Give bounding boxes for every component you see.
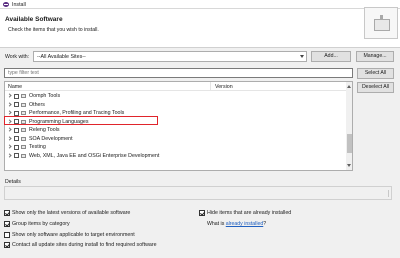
latest-versions-checkbox[interactable] [4,210,10,216]
work-with-combo[interactable]: --All Available Sites-- [33,51,307,62]
deselect-all-button[interactable]: Deselect All [357,82,394,93]
chevron-right-icon[interactable] [7,101,12,107]
filter-input[interactable] [4,68,353,78]
chevron-right-icon[interactable] [7,93,12,98]
row-checkbox[interactable] [14,102,19,107]
select-all-button[interactable]: Select All [357,68,394,79]
category-icon [21,153,26,158]
row-checkbox[interactable] [14,110,19,116]
tree-row[interactable]: SOA Development [5,135,346,144]
chevron-right-icon[interactable] [7,135,12,141]
page-title: Available Software [5,16,63,23]
app-icon [3,2,9,7]
chevron-right-icon[interactable] [7,127,12,132]
dialog-header: Available Software Check the items that … [0,7,400,48]
already-installed-link[interactable]: already installed [226,221,264,227]
latest-versions-label: Show only the latest versions of availab… [12,210,131,216]
category-icon [21,102,26,107]
column-version[interactable]: Version [215,84,233,90]
work-with-label: Work with: [5,54,30,60]
add-site-button[interactable]: Add... [311,51,351,62]
tree-row[interactable]: Others [5,101,346,110]
details-label: Details [5,179,21,185]
contact-sites-checkbox[interactable] [4,242,10,248]
what-is-suffix: ? [263,221,267,227]
row-checkbox[interactable] [14,136,19,141]
row-label: Web, XML, Java EE and OSGi Enterprise De… [29,152,160,159]
chevron-down-icon [300,55,304,58]
row-label: Testing [29,144,46,151]
column-name[interactable]: Name [8,84,22,90]
what-is-prefix: What is [207,221,226,227]
row-label: Releng Tools [29,127,60,134]
software-tree[interactable]: Name Version Oomph Tools Others Performa… [4,81,353,171]
tree-scrollbar[interactable] [346,82,352,170]
title-bar: Install [0,0,400,9]
hide-installed-checkbox[interactable] [199,210,205,216]
row-label: Oomph Tools [29,93,61,100]
work-with-value: --All Available Sites-- [37,53,86,60]
tree-row[interactable]: Web, XML, Java EE and OSGi Enterprise De… [5,152,346,161]
row-checkbox[interactable] [14,153,19,158]
manage-sites-button[interactable]: Manage... [356,51,394,62]
selection-highlight-box [4,116,158,125]
details-scrollbar [388,190,389,197]
row-checkbox[interactable] [14,144,19,150]
scroll-down-icon[interactable] [347,164,351,167]
category-icon [21,145,26,149]
applicable-only-checkbox[interactable] [4,232,10,238]
hide-installed-label: Hide items that are already installed [207,210,292,216]
scroll-thumb[interactable] [347,134,352,153]
scroll-up-icon[interactable] [347,85,351,88]
chevron-right-icon[interactable] [7,144,12,149]
window-title: Install [12,1,26,8]
tree-row[interactable]: Testing [5,143,346,152]
chevron-right-icon[interactable] [7,152,12,158]
tree-row[interactable]: Releng Tools [5,126,346,135]
group-by-category-checkbox[interactable] [4,221,10,227]
contact-sites-label: Contact all update sites during install … [12,242,157,248]
details-area [4,186,392,200]
chevron-right-icon[interactable] [7,110,12,115]
row-label: SOA Development [29,135,73,142]
category-icon [21,128,26,132]
row-checkbox[interactable] [14,93,19,99]
page-subtitle: Check the items that you wish to install… [8,27,99,33]
category-icon [21,111,26,115]
category-icon [21,94,26,98]
row-checkbox[interactable] [14,127,19,133]
row-label: Others [29,101,45,108]
group-by-category-label: Group items by category [12,221,70,227]
column-divider[interactable] [210,82,211,91]
applicable-only-label: Show only software applicable to target … [12,232,135,238]
tree-row[interactable]: Oomph Tools [5,92,346,101]
already-installed-prompt: What is already installed? [207,221,266,227]
tree-column-header: Name Version [5,82,346,91]
category-icon [21,136,26,141]
install-banner-icon [364,7,398,39]
